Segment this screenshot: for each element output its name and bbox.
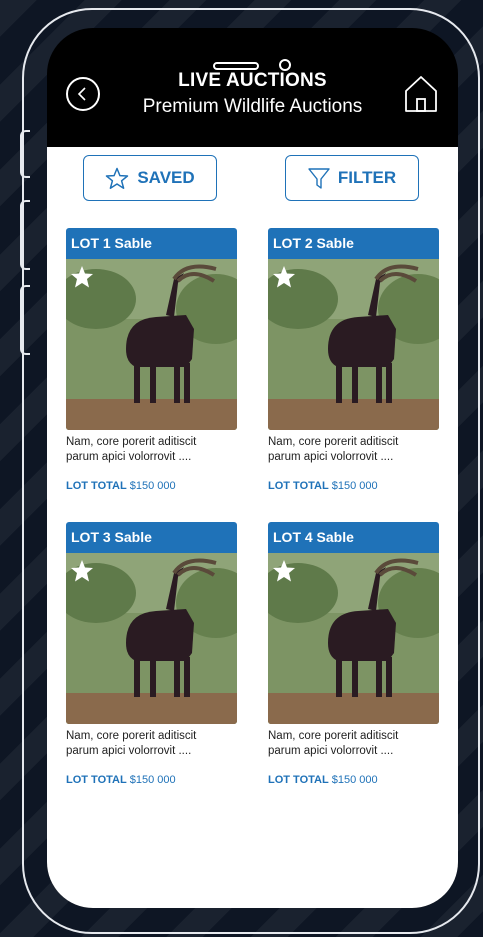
page-subtitle: Premium Wildlife Auctions: [142, 96, 363, 117]
saved-button[interactable]: SAVED: [83, 155, 217, 201]
page-title: LIVE AUCTIONS: [178, 70, 327, 91]
lot-total-value: $150 000: [331, 480, 378, 492]
lot-total-value: $150 000: [331, 774, 378, 786]
lot-photo: [66, 259, 237, 430]
filter-button[interactable]: FILTER: [285, 155, 419, 201]
phone-side-button: [20, 200, 30, 270]
header-bar: LIVE AUCTIONS Premium Wildlife Auctions: [47, 28, 458, 147]
lot-title: LOT 3 Sable: [66, 522, 237, 553]
lot-description: Nam, core porerit aditiscit parum apici …: [268, 729, 439, 758]
star-outline-icon: [106, 167, 129, 189]
lot-description-line: Nam, core porerit aditiscit: [66, 436, 197, 448]
lot-description-line: parum apici volorrovit ....: [268, 450, 394, 463]
lot-description-line: Nam, core porerit aditiscit: [268, 436, 399, 448]
home-icon: [405, 76, 437, 112]
favorite-star-icon[interactable]: [70, 265, 94, 289]
favorite-star-icon[interactable]: [70, 559, 94, 583]
phone-side-button: [20, 285, 30, 355]
lot-title: LOT 1 Sable: [66, 228, 237, 259]
lot-total-value: $150 000: [129, 774, 176, 786]
phone-side-button: [20, 130, 30, 178]
lot-photo: [268, 259, 439, 430]
lot-card[interactable]: LOT 3 Sable Nam, core porerit aditiscit …: [66, 522, 237, 786]
lot-photo: [268, 553, 439, 724]
lot-list: SAVED FILTER LOT 1 Sable Nam, core porer…: [47, 147, 458, 908]
lot-card[interactable]: LOT 1 Sable Nam, core porerit aditiscit …: [66, 228, 237, 492]
lot-description-line: parum apici volorrovit ....: [66, 450, 192, 463]
favorite-star-icon[interactable]: [272, 559, 296, 583]
lot-description-line: parum apici volorrovit ....: [66, 744, 192, 757]
lot-photo: [66, 553, 237, 724]
lot-card[interactable]: LOT 2 Sable Nam, core porerit aditiscit …: [268, 228, 439, 492]
lot-title: LOT 2 Sable: [268, 228, 439, 259]
lot-description-line: parum apici volorrovit ....: [268, 744, 394, 757]
lot-description-line: Nam, core porerit aditiscit: [268, 730, 399, 742]
phone-screen: LIVE AUCTIONS Premium Wildlife Auctions …: [47, 28, 458, 908]
filter-funnel-icon: [308, 167, 330, 189]
home-button[interactable]: [404, 75, 438, 113]
lot-total-label: LOT TOTAL: [268, 774, 329, 786]
favorite-star-icon[interactable]: [272, 265, 296, 289]
lot-description: Nam, core porerit aditiscit parum apici …: [66, 435, 237, 464]
lot-description-line: Nam, core porerit aditiscit: [66, 730, 197, 742]
lot-title: LOT 4 Sable: [268, 522, 439, 553]
lot-total: LOT TOTAL $150 000: [268, 774, 439, 786]
lot-description: Nam, core porerit aditiscit parum apici …: [66, 729, 237, 758]
lot-total-value: $150 000: [129, 480, 176, 492]
lot-total: LOT TOTAL $150 000: [66, 480, 237, 492]
lot-total: LOT TOTAL $150 000: [268, 480, 439, 492]
phone-notch: [141, 28, 365, 62]
lot-description: Nam, core porerit aditiscit parum apici …: [268, 435, 439, 464]
lot-total-label: LOT TOTAL: [66, 480, 127, 492]
phone-speaker: [213, 62, 259, 70]
saved-label: SAVED: [137, 168, 195, 187]
lot-total-label: LOT TOTAL: [66, 774, 127, 786]
filter-label: FILTER: [337, 168, 397, 187]
lot-total: LOT TOTAL $150 000: [66, 774, 237, 786]
lot-card[interactable]: LOT 4 Sable Nam, core porerit aditiscit …: [268, 522, 439, 786]
lot-total-label: LOT TOTAL: [268, 480, 329, 492]
